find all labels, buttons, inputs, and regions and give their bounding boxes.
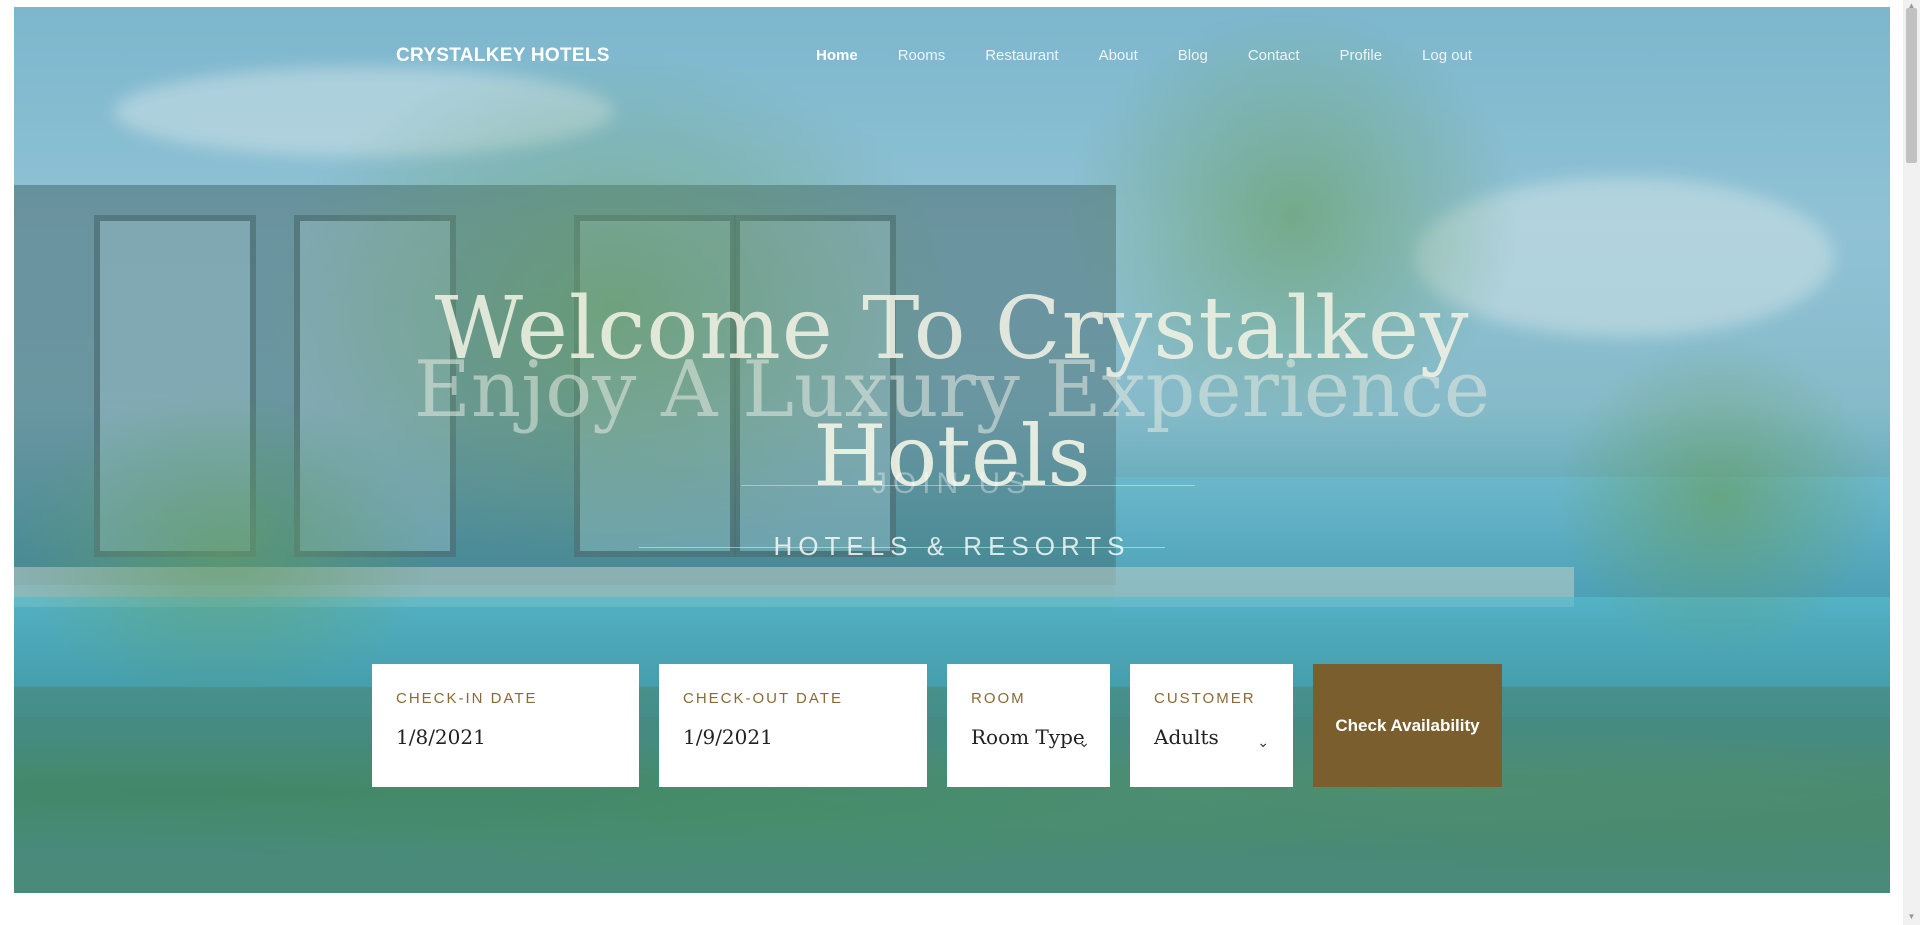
customer-select[interactable]: Adults	[1154, 725, 1293, 749]
checkin-label: CHECK-IN DATE	[396, 690, 538, 707]
checkin-input[interactable]: 1/8/2021	[396, 725, 639, 749]
checkin-field[interactable]: CHECK-IN DATE 1/8/2021	[372, 664, 639, 787]
nav-item-logout[interactable]: Log out	[1422, 47, 1472, 64]
nav-item-profile[interactable]: Profile	[1340, 47, 1383, 64]
nav-item-contact[interactable]: Contact	[1248, 47, 1300, 64]
page: CRYSTALKEY HOTELS Home Rooms Restaurant …	[0, 0, 1920, 925]
hero-subtitle: HOTELS & RESORTS	[773, 531, 1131, 561]
checkout-field[interactable]: CHECK-OUT DATE 1/9/2021	[659, 664, 927, 787]
nav-item-about[interactable]: About	[1099, 47, 1138, 64]
scroll-down-icon[interactable]: ▼	[1906, 913, 1917, 921]
customer-select-field[interactable]: CUSTOMER Adults ⌄	[1130, 664, 1293, 787]
hero-join-text: JOIN US	[871, 467, 1033, 500]
check-availability-button[interactable]: Check Availability	[1313, 664, 1502, 787]
divider-line	[741, 485, 1195, 486]
customer-label: CUSTOMER	[1154, 690, 1256, 707]
nav-item-restaurant[interactable]: Restaurant	[985, 47, 1058, 64]
checkout-label: CHECK-OUT DATE	[683, 690, 843, 707]
chevron-down-icon[interactable]: ⌄	[1078, 734, 1090, 751]
top-navbar: CRYSTALKEY HOTELS Home Rooms Restaurant …	[14, 7, 1890, 87]
scroll-thumb[interactable]	[1906, 8, 1917, 163]
nav-item-rooms[interactable]: Rooms	[898, 47, 946, 64]
nav-item-blog[interactable]: Blog	[1178, 47, 1208, 64]
room-select-field[interactable]: ROOM Room Type ⌄	[947, 664, 1110, 787]
checkout-input[interactable]: 1/9/2021	[683, 725, 927, 749]
chevron-down-icon[interactable]: ⌄	[1257, 734, 1269, 751]
brand-logo[interactable]: CRYSTALKEY HOTELS	[396, 45, 610, 67]
room-label: ROOM	[971, 690, 1026, 707]
nav-item-home[interactable]: Home	[816, 47, 858, 64]
nav-menu: Home Rooms Restaurant About Blog Contact…	[816, 47, 1512, 64]
page-scrollbar[interactable]: ▲ ▼	[1903, 0, 1920, 925]
